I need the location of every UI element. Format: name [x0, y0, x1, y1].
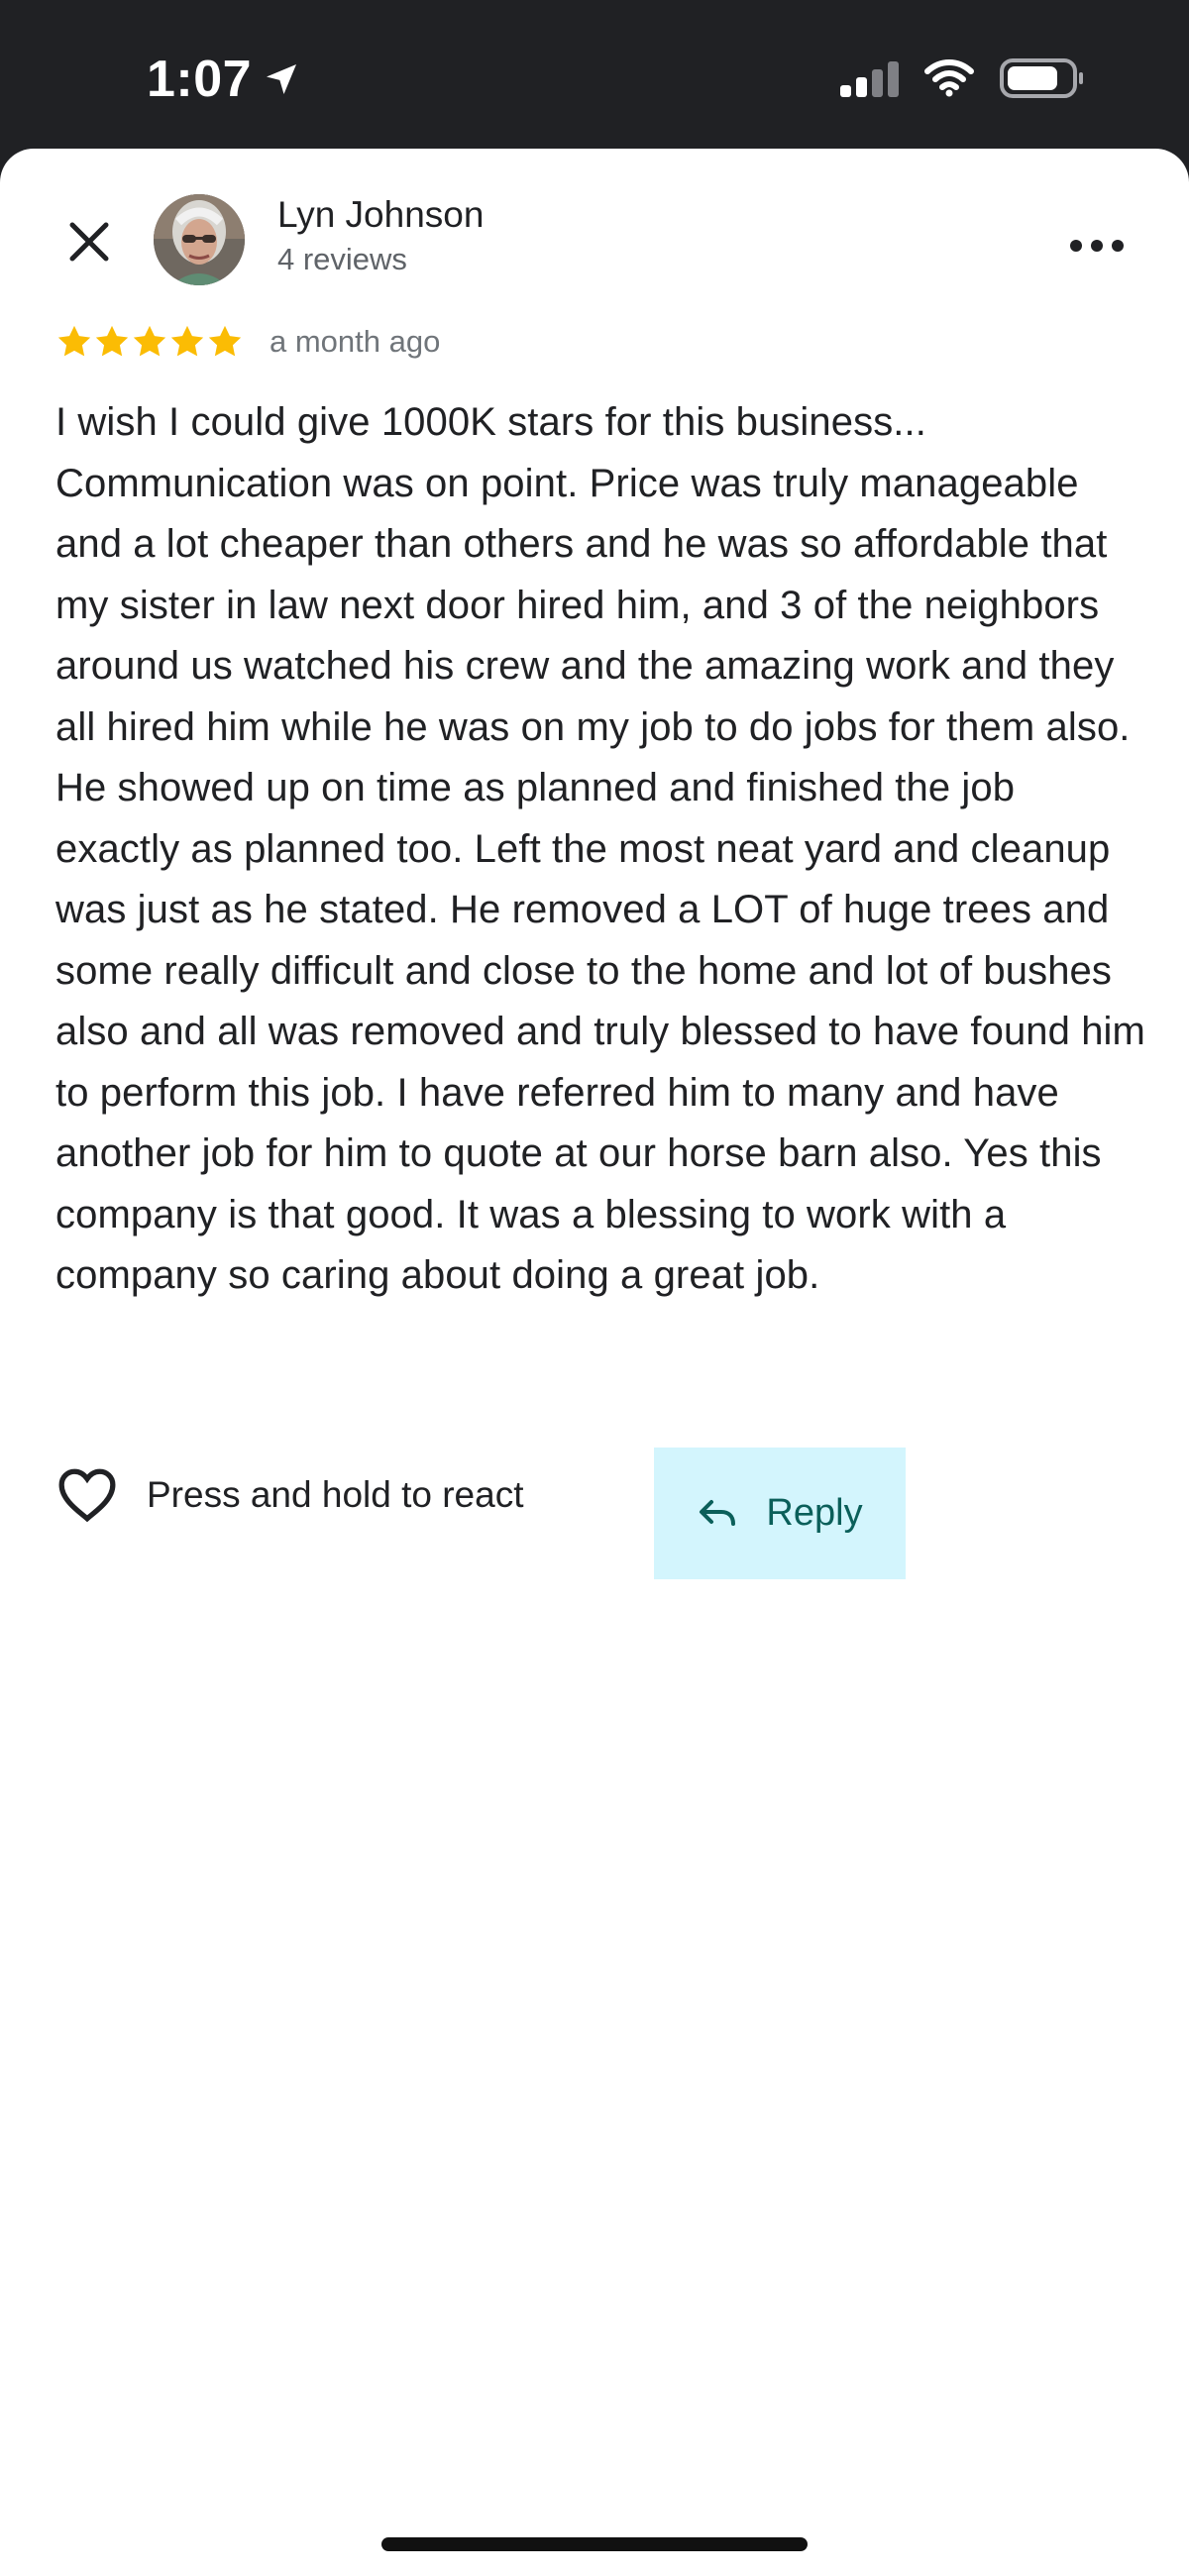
review-detail-sheet: Lyn Johnson 4 reviews a month ago I wish…	[0, 149, 1189, 2576]
close-icon	[69, 222, 109, 262]
home-indicator[interactable]	[381, 2537, 808, 2551]
location-arrow-icon	[267, 64, 297, 94]
star-icon	[170, 325, 204, 357]
reviewer-avatar-image	[154, 194, 245, 285]
reviewer-name[interactable]: Lyn Johnson	[277, 194, 484, 236]
heart-icon	[58, 1468, 116, 1523]
reply-label: Reply	[766, 1492, 863, 1534]
battery-icon	[1000, 58, 1083, 98]
more-options-icon	[1070, 240, 1124, 252]
wifi-icon	[924, 59, 974, 97]
cellular-signal-icon	[840, 59, 899, 97]
review-text: I wish I could give 1000K stars for this…	[55, 400, 1145, 1297]
status-time-group: 1:07	[147, 50, 301, 109]
reply-arrow-icon	[700, 1499, 736, 1526]
more-options-button[interactable]	[1056, 216, 1137, 275]
status-time: 1:07	[147, 51, 253, 108]
reply-button[interactable]: Reply	[654, 1448, 906, 1579]
star-rating	[55, 323, 244, 361]
react-label: Press and hold to react	[147, 1474, 524, 1515]
star-icon	[208, 325, 242, 357]
react-button[interactable]: Press and hold to react	[55, 1454, 524, 1536]
avatar[interactable]	[154, 194, 245, 285]
star-icon	[95, 325, 129, 357]
status-indicators	[840, 57, 1085, 99]
rating-row: a month ago	[55, 323, 440, 361]
star-icon	[133, 325, 166, 357]
close-button[interactable]	[54, 206, 125, 277]
status-bar: 1:07	[0, 0, 1189, 149]
reviewer-review-count[interactable]: 4 reviews	[277, 242, 407, 277]
review-date: a month ago	[270, 324, 441, 359]
star-icon	[57, 325, 91, 357]
